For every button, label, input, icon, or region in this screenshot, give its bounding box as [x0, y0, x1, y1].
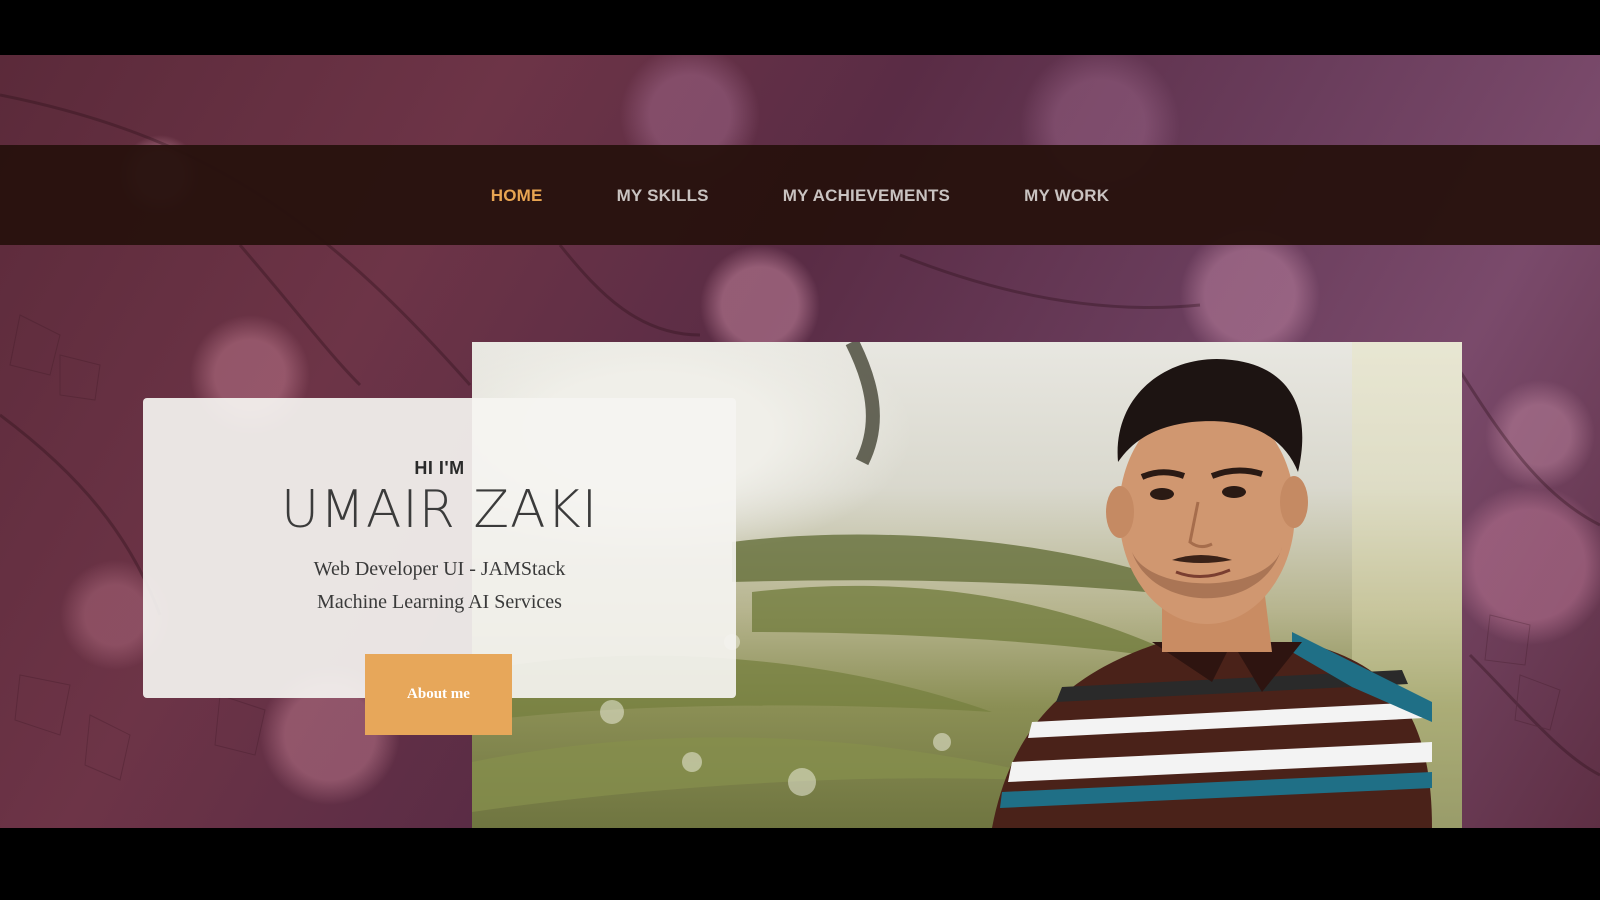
nav-my-achievements[interactable]: MY ACHIEVEMENTS [783, 187, 950, 204]
main-navbar: HOME MY SKILLS MY ACHIEVEMENTS MY WORK [0, 145, 1600, 245]
nav-my-skills[interactable]: MY SKILLS [617, 187, 709, 204]
screen-frame: HOME MY SKILLS MY ACHIEVEMENTS MY WORK H… [0, 0, 1600, 900]
person-name: UMAIR ZAKI [280, 480, 599, 540]
about-me-button[interactable]: About me [365, 654, 512, 735]
intro-card: HI I'M UMAIR ZAKI Web Developer UI - JAM… [143, 398, 736, 698]
greeting-text: HI I'M [414, 458, 465, 478]
nav-my-work[interactable]: MY WORK [1024, 187, 1109, 204]
nav-home[interactable]: HOME [491, 187, 543, 204]
role-line-1: Web Developer UI - JAMStack [313, 558, 566, 580]
role-line-2: Machine Learning AI Services [317, 591, 562, 613]
